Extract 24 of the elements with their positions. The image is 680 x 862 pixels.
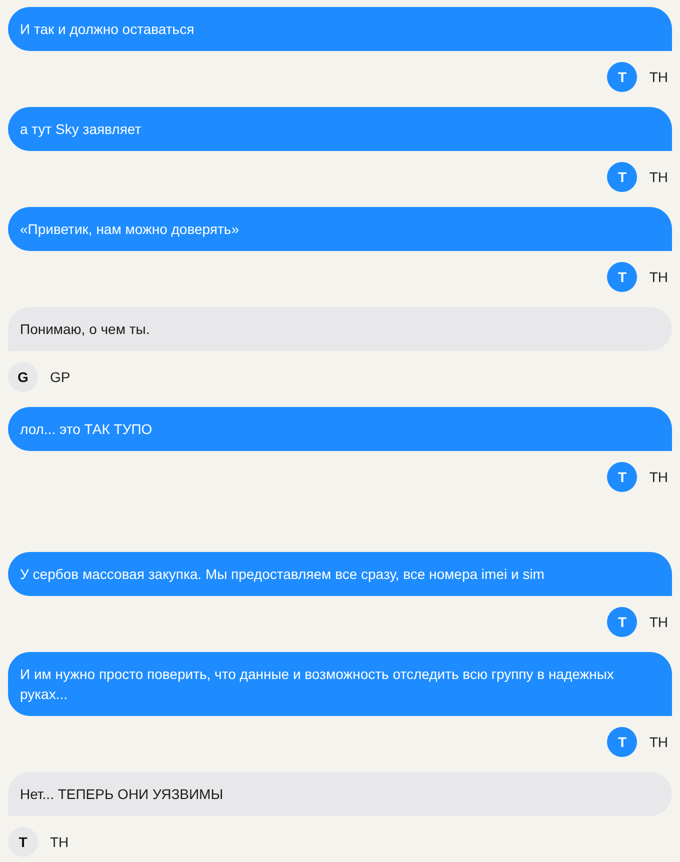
avatar: T (8, 827, 38, 857)
avatar: G (8, 362, 38, 392)
message-bubble: «Приветик, нам можно доверять» (8, 207, 672, 251)
sender-name: TH (649, 168, 668, 186)
message-bubble: И им нужно просто поверить, что данные и возможность отследить всю группу в надежных руках... (8, 652, 672, 716)
message-bubble: лол... это ТАК ТУПО (8, 407, 672, 451)
avatar: T (607, 262, 638, 292)
message-bubble: а тут Sky заявляет (8, 107, 672, 151)
message-bubble: У сербов массовая закупка. Мы предоставляем все сразу, все номера imei и sim (8, 552, 672, 596)
sender-name: TH (649, 468, 668, 486)
sender-name: TH (649, 68, 668, 86)
sender-name: TH (50, 832, 69, 852)
avatar: T (607, 727, 638, 757)
message-bubble: Нет... ТЕПЕРЬ ОНИ УЯЗВИМЫ (8, 772, 672, 816)
sender-name: TH (649, 268, 668, 286)
sender-name: TH (649, 732, 668, 752)
avatar: T (607, 62, 638, 92)
avatar: T (607, 162, 638, 192)
message-bubble: И так и должно оставаться (8, 7, 672, 51)
avatar: T (607, 462, 638, 492)
avatar: T (607, 607, 638, 637)
sender-name: GP (50, 368, 70, 386)
message-bubble: Понимаю, о чем ты. (8, 307, 672, 351)
sender-name: TH (649, 612, 668, 632)
